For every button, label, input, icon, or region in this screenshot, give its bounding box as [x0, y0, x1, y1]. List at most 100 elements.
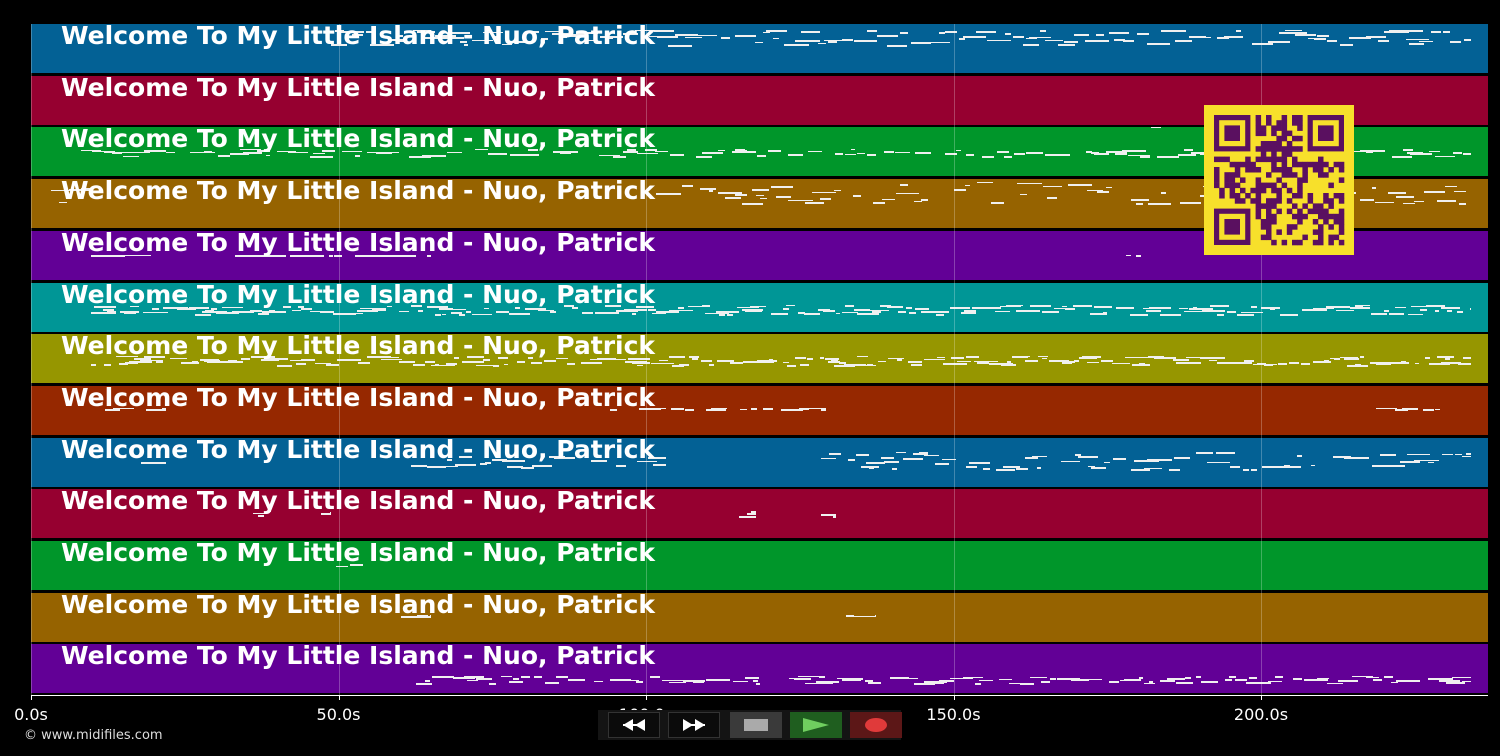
midi-note — [873, 202, 885, 205]
rewind-button[interactable] — [608, 712, 660, 738]
record-button[interactable] — [850, 712, 902, 738]
stop-button[interactable] — [730, 712, 782, 738]
midi-note — [467, 680, 478, 682]
midi-note — [924, 454, 939, 456]
midi-note — [795, 40, 820, 42]
midi-note — [455, 463, 476, 466]
midi-note — [1340, 44, 1353, 46]
midi-note — [1295, 34, 1316, 36]
midi-note — [656, 193, 681, 196]
midi-note — [1275, 676, 1283, 679]
midi-note — [1457, 310, 1463, 313]
midi-note — [1423, 408, 1434, 411]
midi-note — [1174, 456, 1190, 459]
midi-note — [866, 461, 885, 464]
midi-note — [733, 681, 748, 683]
midi-note — [961, 311, 976, 314]
midi-note — [1109, 681, 1119, 684]
midi-note — [1037, 466, 1041, 469]
midi-note — [1470, 307, 1471, 310]
midi-note — [504, 364, 508, 366]
midi-note — [129, 361, 152, 364]
midi-note — [855, 678, 863, 681]
midi-note — [1301, 363, 1310, 366]
track-lane: Welcome To My Little Island - Nuo, Patri… — [31, 332, 1488, 385]
track-lane: Welcome To My Little Island - Nuo, Patri… — [31, 22, 1488, 74]
midi-note — [545, 682, 559, 685]
midi-note — [999, 679, 1012, 681]
midi-note — [943, 363, 967, 366]
midi-note — [921, 199, 928, 202]
qr-pattern — [1204, 105, 1354, 255]
midi-note — [1064, 41, 1078, 43]
midi-note — [1149, 681, 1153, 684]
midi-note — [882, 199, 895, 201]
midi-note — [435, 364, 439, 367]
midi-note — [1285, 30, 1302, 31]
midi-note — [915, 152, 931, 155]
midi-note — [422, 155, 446, 158]
midi-note — [1455, 453, 1462, 455]
midi-note — [760, 198, 767, 200]
midi-note — [1459, 203, 1466, 206]
midi-note — [568, 679, 585, 682]
midi-note — [995, 310, 1010, 312]
midi-note — [1384, 676, 1393, 679]
midi-note — [1185, 677, 1191, 680]
midi-note — [719, 679, 730, 682]
midi-note — [771, 312, 788, 315]
midi-note — [964, 309, 976, 312]
midi-note — [1210, 304, 1229, 307]
midi-note — [668, 45, 692, 47]
midi-note — [1425, 357, 1430, 360]
midi-note — [654, 30, 674, 32]
midi-note — [218, 155, 230, 158]
midi-note — [1400, 460, 1420, 463]
midi-note — [143, 311, 168, 313]
midi-note — [911, 364, 922, 367]
fast-forward-button[interactable] — [668, 712, 720, 738]
midi-note — [897, 359, 902, 362]
midi-note — [195, 313, 211, 316]
midi-note — [637, 365, 643, 367]
midi-note — [1087, 362, 1099, 364]
midi-note — [945, 153, 957, 156]
midi-note — [1324, 360, 1329, 363]
midi-note — [887, 45, 907, 47]
midi-note — [1209, 360, 1217, 362]
midi-note — [1157, 156, 1179, 159]
play-button[interactable] — [790, 712, 842, 738]
midi-note — [472, 313, 492, 315]
midi-note — [1249, 677, 1257, 680]
midi-note — [1463, 153, 1471, 156]
midi-note — [842, 311, 858, 313]
midi-note — [594, 681, 603, 683]
midi-note — [903, 457, 923, 460]
midi-note — [869, 467, 874, 469]
midi-note — [517, 361, 525, 364]
midi-note — [1366, 36, 1386, 38]
midi-note — [650, 676, 660, 679]
midi-note — [1437, 200, 1456, 203]
midi-note — [945, 31, 957, 33]
midi-note — [1302, 308, 1327, 311]
midi-note — [310, 156, 333, 159]
midi-note — [845, 304, 854, 307]
midi-note — [1414, 201, 1424, 203]
midi-note — [1407, 453, 1430, 455]
midi-note — [525, 154, 539, 157]
midi-note — [1237, 313, 1254, 316]
midi-note — [1149, 306, 1171, 309]
midi-note — [682, 185, 693, 188]
midi-note — [845, 154, 856, 156]
midi-note — [678, 306, 684, 309]
midi-note — [1217, 313, 1224, 316]
midi-note — [326, 364, 339, 367]
midi-note — [1037, 304, 1042, 307]
midi-note — [472, 361, 478, 364]
midi-note — [757, 360, 777, 363]
midi-note — [1314, 38, 1326, 40]
midi-note — [1136, 254, 1141, 257]
midi-note — [1311, 464, 1315, 466]
midi-note — [1401, 30, 1423, 32]
